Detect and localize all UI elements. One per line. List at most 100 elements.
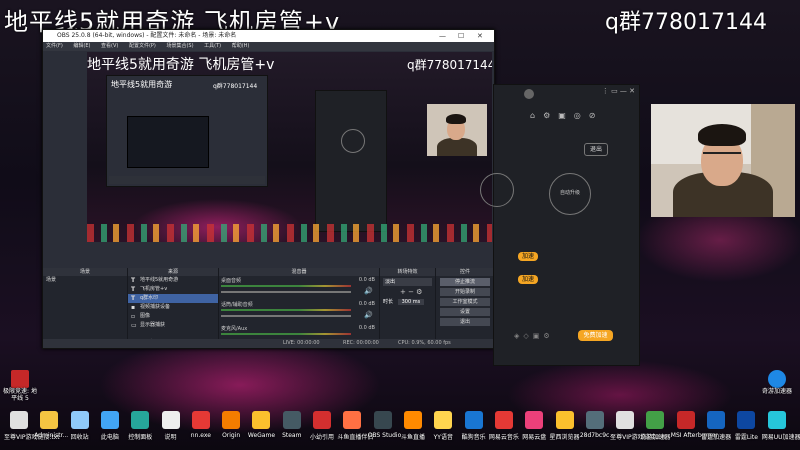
desktop-icon[interactable]: 极限竞速: 地平线 5 <box>2 370 38 402</box>
source-item[interactable]: ▪ 视频捕获设备 <box>128 303 218 312</box>
obs-window[interactable]: OBS 25.0.8 (64-bit, windows) - 配置文件: 未命名… <box>42 29 495 349</box>
menu-scene-collection[interactable]: 场景集合(S) <box>166 43 193 49</box>
speaker-icon[interactable]: 🔊 <box>364 311 373 319</box>
menu-help[interactable]: 帮助(H) <box>232 43 250 49</box>
obs-menubar: 文件(F) 编辑(E) 查看(V) 配置文件(P) 场景集合(S) 工具(T) … <box>43 42 494 51</box>
shortcut-label: 网易云音乐 <box>488 434 519 441</box>
desktop-shortcut[interactable]: 此电脑 <box>95 411 125 441</box>
shortcut-label: 说明 <box>164 434 177 441</box>
bottom-toolbar-icons[interactable]: ◈◇▣⚙ <box>514 332 554 340</box>
desktop-shortcut[interactable]: 小幼引用 <box>307 411 337 441</box>
shortcut-icon <box>646 411 665 429</box>
menu-edit[interactable]: 编辑(E) <box>73 43 90 49</box>
menu-file[interactable]: 文件(F) <box>46 43 63 49</box>
desktop-shortcut[interactable]: 网易云盘 <box>519 411 549 441</box>
desktop-shortcut[interactable]: 雷霆加速器 <box>701 411 731 441</box>
scenes-header: 场景 <box>43 268 127 276</box>
desktop-shortcut[interactable]: 奇游加速器 <box>640 411 670 441</box>
transition-select[interactable]: 淡出 <box>383 278 432 286</box>
desktop-shortcut[interactable]: Steam <box>277 411 307 439</box>
shortcut-icon <box>40 411 59 429</box>
window-controls[interactable]: ⋮ ▭ — ✕ <box>602 87 635 95</box>
desktop-shortcut[interactable]: 网易云音乐 <box>489 411 519 441</box>
stop-streaming-button[interactable]: 停止推流 <box>440 278 490 286</box>
scenes-dock: 场景 场景 + − ∧ ∨ <box>43 268 128 348</box>
toolbar-icons[interactable]: ⌂⚙▣◎⊘ <box>530 111 604 120</box>
shortcut-icon <box>373 411 392 429</box>
source-item[interactable]: T 地平线5就用奇游 <box>128 276 218 285</box>
minimize-button[interactable]: — <box>439 30 446 42</box>
transitions-header: 转场特效 <box>380 268 435 276</box>
source-item[interactable]: T 飞机房管+v <box>128 285 218 294</box>
menu-view[interactable]: 查看(V) <box>101 43 118 49</box>
maximize-button[interactable]: ☐ <box>458 30 464 42</box>
desktop-shortcut[interactable]: Administr... <box>34 411 69 439</box>
speaker-icon[interactable]: 🔊 <box>364 287 373 295</box>
nested-webcam <box>427 104 487 156</box>
shortcut-icon <box>70 411 89 429</box>
desktop-shortcut[interactable]: 星西浏览器 <box>550 411 580 441</box>
obs-preview[interactable]: 地平线5就用奇游 飞机房管+v q群778017144 地平线5就用奇游 q群7… <box>87 52 492 242</box>
shortcut-label: 至尊VIP游戏链接.txt <box>4 434 60 441</box>
auto-upgrade-circle[interactable]: 自动升级 <box>549 173 591 215</box>
desktop-shortcut[interactable]: OBS Studio <box>368 411 401 439</box>
desktop-shortcut[interactable]: WeGame <box>246 411 276 439</box>
free-accelerate-button[interactable]: 免费加速 <box>578 330 613 341</box>
mixer-channel-db: 0.0 dB <box>358 277 375 283</box>
shortcut-icon <box>434 411 453 429</box>
desktop-shortcut[interactable]: Origin <box>216 411 246 439</box>
shortcut-label: 回收站 <box>70 434 89 441</box>
shortcut-label: 奇游加速器 <box>640 434 671 441</box>
shortcut-icon <box>585 411 604 429</box>
source-item[interactable]: ▫ 图像 <box>128 312 218 321</box>
shortcut-label: Administr... <box>34 432 69 439</box>
shortcut-icon <box>737 411 756 429</box>
speed-button-2[interactable]: 加速 <box>518 275 538 284</box>
qq-group-overlay: q群778017144 <box>605 10 767 35</box>
menu-profile[interactable]: 配置文件(P) <box>129 43 156 49</box>
desktop-shortcut[interactable]: nn.exe <box>186 411 216 439</box>
webcam-overlay <box>651 104 795 217</box>
desktop-shortcut[interactable]: MSI Afterburner <box>671 411 718 439</box>
desktop-shortcut[interactable]: 斗鱼直播 <box>398 411 428 441</box>
desktop-shortcut[interactable]: 至尊VIP游戏链接.txt <box>4 411 60 441</box>
mixer-channel-label: 麦克风/Aux <box>221 326 248 332</box>
duration-input[interactable]: 300 ms <box>397 299 425 305</box>
avatar[interactable] <box>524 89 534 99</box>
volume-slider[interactable] <box>221 291 351 293</box>
desktop-shortcut[interactable]: 控制面板 <box>125 411 155 441</box>
desktop-shortcut[interactable]: 说明 <box>156 411 186 441</box>
desktop-shortcut[interactable]: YY语音 <box>428 411 458 441</box>
shortcut-icon <box>191 411 210 429</box>
desktop-shortcut[interactable]: 至尊VIP游戏链接.txt <box>610 411 666 441</box>
start-recording-button[interactable]: 开始录制 <box>440 288 490 296</box>
obs-titlebar[interactable]: OBS 25.0.8 (64-bit, windows) - 配置文件: 未命名… <box>43 30 494 42</box>
shortcut-label: 斗鱼直播伴侣 <box>337 434 374 441</box>
studio-mode-button[interactable]: 工作室模式 <box>440 298 490 306</box>
close-button[interactable]: ✕ <box>477 30 483 42</box>
exit-pill-button[interactable]: 退出 <box>584 143 608 156</box>
desktop-shortcut[interactable]: 28d7bc9c... <box>580 411 615 439</box>
shortcut-label: Steam <box>282 432 302 439</box>
desktop-shortcut[interactable]: 雷霆Lite <box>731 411 761 441</box>
shortcut-label: 星西浏览器 <box>549 434 580 441</box>
qiyou-accelerator-window[interactable]: ⋮ ▭ — ✕ ⌂⚙▣◎⊘ 退出 自动升级 加速 加速 免费加速 ◈◇▣⚙ <box>480 84 640 366</box>
exit-button[interactable]: 退出 <box>440 318 490 326</box>
source-item[interactable]: ▭ 显示器捕获 <box>128 321 218 330</box>
source-item-selected[interactable]: Tq群水印 <box>128 294 218 303</box>
scene-item[interactable]: 场景 <box>43 276 127 285</box>
desktop-icon[interactable]: 奇游加速器 <box>758 370 796 395</box>
left-mode-circle[interactable] <box>480 173 514 207</box>
qiyou-icon <box>768 370 786 388</box>
duration-label: 时长 <box>383 299 394 305</box>
menu-tools[interactable]: 工具(T) <box>204 43 221 49</box>
desktop-shortcut[interactable]: 网易UU加速器 <box>762 411 800 441</box>
nested-obs-preview: 地平线5就用奇游 q群778017144 <box>106 75 268 187</box>
desktop-shortcut[interactable]: 酷狗音乐 <box>459 411 489 441</box>
transition-add-remove[interactable]: + − ⚙ <box>380 288 435 296</box>
settings-button[interactable]: 设置 <box>440 308 490 316</box>
volume-slider[interactable] <box>221 315 351 317</box>
desktop-shortcut[interactable]: 斗鱼直播伴侣 <box>337 411 374 441</box>
desktop-shortcut[interactable]: 回收站 <box>65 411 95 441</box>
speed-button[interactable]: 加速 <box>518 252 538 261</box>
